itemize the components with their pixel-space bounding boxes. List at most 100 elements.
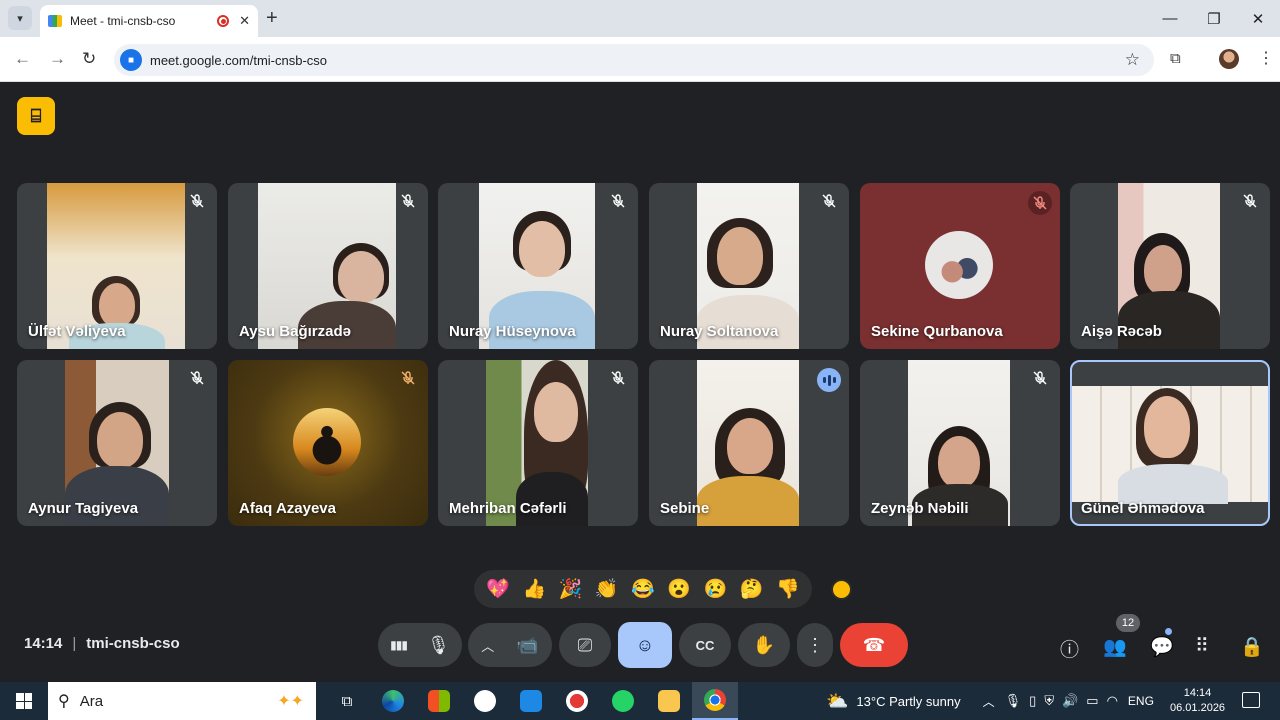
volume-icon[interactable]: 🔊: [1062, 693, 1078, 709]
more-options-button[interactable]: ⋮: [797, 623, 833, 667]
windows-taskbar: ⚲ Ara ✦✦ ⧉ ⛅ 13°C Partly sunny ︿ 🎙 ▯ ⛨ 🔊…: [0, 682, 1280, 720]
participant-avatar: [925, 231, 993, 299]
profile-avatar[interactable]: [1219, 49, 1239, 69]
meeting-details-icon[interactable]: ⌸: [17, 97, 55, 135]
restore-button[interactable]: ❐: [1192, 0, 1236, 37]
reaction-party-popper[interactable]: 🎉: [559, 577, 583, 601]
whatsapp-icon[interactable]: [600, 682, 646, 720]
task-view-icon[interactable]: ⧉: [324, 682, 370, 720]
taskbar-clock[interactable]: 14:14 06.01.2026: [1170, 686, 1225, 716]
mic-muted-icon: [1033, 196, 1047, 210]
chat-notification-dot: [1165, 628, 1172, 635]
participant-name: Zeynəb Nəbili: [871, 500, 969, 517]
camera-options-chevron-icon[interactable]: ︿: [481, 636, 494, 655]
whatsapp-business-icon[interactable]: [462, 682, 508, 720]
windows-logo-icon: [16, 693, 32, 709]
participant-tile[interactable]: Sekine Qurbanova: [860, 183, 1060, 349]
chat-button[interactable]: 💬: [1150, 635, 1174, 659]
participant-tile-speaker[interactable]: Günel Əhmədova: [1070, 360, 1270, 526]
chrome-icon[interactable]: [692, 682, 738, 720]
security-icon[interactable]: ⛨: [1044, 693, 1054, 709]
participant-name: Günel Əhmədova: [1081, 500, 1205, 517]
wifi-icon[interactable]: ◠: [1107, 693, 1118, 709]
audio-level-icon: ▮▮▮: [390, 638, 408, 652]
site-camera-icon[interactable]: ■: [120, 49, 142, 71]
language-indicator[interactable]: ENG: [1128, 694, 1154, 708]
tab-search-dropdown[interactable]: ▾: [8, 6, 32, 30]
reaction-tears-of-joy[interactable]: 😂: [631, 577, 655, 601]
usb-icon[interactable]: ▯: [1029, 693, 1036, 709]
participant-tile[interactable]: Nuray Hüseynova: [438, 183, 638, 349]
participant-video: [1072, 386, 1268, 504]
participant-tile[interactable]: Aysu Bağırzadə: [228, 183, 428, 349]
new-tab-button[interactable]: +: [266, 7, 278, 30]
meeting-details-info-icon[interactable]: ⓘ: [1060, 635, 1079, 662]
activities-button[interactable]: ⠿: [1195, 635, 1209, 658]
reaction-surprised[interactable]: 😮: [667, 577, 691, 601]
store-icon[interactable]: [416, 682, 462, 720]
weather-icon[interactable]: ⛅: [826, 691, 848, 712]
mic-muted-icon: [190, 371, 204, 385]
host-controls-button[interactable]: 🔒: [1240, 635, 1264, 659]
browser-menu-icon[interactable]: ⋮: [1258, 48, 1274, 68]
screen-recorder-icon[interactable]: [554, 682, 600, 720]
microphone-button[interactable]: 🎙: [427, 635, 450, 656]
emoji-reactions-button[interactable]: ☺: [618, 622, 672, 668]
leave-call-button[interactable]: ☎: [840, 623, 908, 667]
reload-button[interactable]: ↻: [82, 49, 96, 69]
participant-tile[interactable]: Sebine: [649, 360, 849, 526]
present-screen-button[interactable]: ⎚: [559, 623, 611, 667]
show-hidden-icons-chevron-icon[interactable]: ︿: [983, 693, 995, 710]
edge-icon[interactable]: [370, 682, 416, 720]
taskbar-search[interactable]: ⚲ Ara ✦✦: [48, 682, 316, 720]
window-controls: — ❐ ✕: [1148, 0, 1280, 37]
mic-muted-icon: [190, 194, 204, 208]
reaction-thinking[interactable]: 🤔: [740, 577, 764, 601]
raise-hand-button[interactable]: ✋: [738, 623, 790, 667]
notifications-icon[interactable]: [1242, 692, 1260, 708]
extensions-icon[interactable]: ⧉: [1170, 50, 1181, 67]
participant-tile[interactable]: Zeynəb Nəbili: [860, 360, 1060, 526]
meeting-code: tmi-cnsb-cso: [86, 635, 180, 652]
people-button[interactable]: 👥: [1103, 635, 1127, 659]
participant-name: Nuray Soltanova: [660, 323, 779, 340]
captions-button[interactable]: CC: [679, 623, 731, 667]
weather-text[interactable]: 13°C Partly sunny: [856, 694, 960, 709]
reaction-crying[interactable]: 😢: [704, 577, 728, 601]
address-bar[interactable]: ■ meet.google.com/tmi-cnsb-cso ☆: [114, 44, 1154, 76]
forward-button[interactable]: →: [49, 49, 66, 69]
minimize-button[interactable]: —: [1148, 0, 1192, 37]
reaction-clapping[interactable]: 👏: [595, 577, 619, 601]
taskbar-date: 06.01.2026: [1170, 702, 1226, 714]
recording-icon: [217, 15, 230, 27]
file-explorer-icon[interactable]: [646, 682, 692, 720]
reaction-sparkling-heart[interactable]: 💖: [486, 577, 510, 601]
back-button[interactable]: ←: [14, 49, 31, 69]
taskbar-apps: ⧉: [324, 682, 738, 720]
microphone-tray-icon[interactable]: 🎙: [1005, 693, 1022, 709]
close-window-button[interactable]: ✕: [1236, 0, 1280, 37]
mic-muted-badge: [1028, 191, 1052, 215]
search-placeholder: Ara: [79, 692, 104, 710]
participant-tile[interactable]: Nuray Soltanova: [649, 183, 849, 349]
close-tab-icon[interactable]: ✕: [239, 13, 250, 29]
browser-tab[interactable]: Meet - tmi-cnsb-cso ✕: [40, 5, 258, 37]
reaction-thumbs-down[interactable]: 👎: [776, 577, 800, 601]
mic-muted-icon: [401, 194, 415, 208]
participant-tile[interactable]: Afaq Azayeva: [228, 360, 428, 526]
mail-icon[interactable]: [508, 682, 554, 720]
participant-tile[interactable]: Mehriban Cəfərli: [438, 360, 638, 526]
url-text: meet.google.com/tmi-cnsb-cso: [150, 52, 328, 68]
camera-group: ︿ 📹: [468, 623, 552, 667]
participant-tile[interactable]: Aişə Rəcəb: [1070, 183, 1270, 349]
skin-tone-picker[interactable]: [831, 579, 852, 600]
participant-tile[interactable]: Aynur Tagiyeva: [17, 360, 217, 526]
mic-muted-icon: [1033, 371, 1047, 385]
battery-icon[interactable]: ▭: [1086, 693, 1098, 709]
reaction-thumbs-up[interactable]: 👍: [522, 577, 546, 601]
start-button[interactable]: [0, 682, 48, 720]
participant-name: Nuray Hüseynova: [449, 323, 576, 340]
participant-tile[interactable]: Ülfət Vəliyeva: [17, 183, 217, 349]
bookmark-star-icon[interactable]: ☆: [1125, 50, 1140, 70]
camera-button[interactable]: 📹: [516, 635, 538, 656]
